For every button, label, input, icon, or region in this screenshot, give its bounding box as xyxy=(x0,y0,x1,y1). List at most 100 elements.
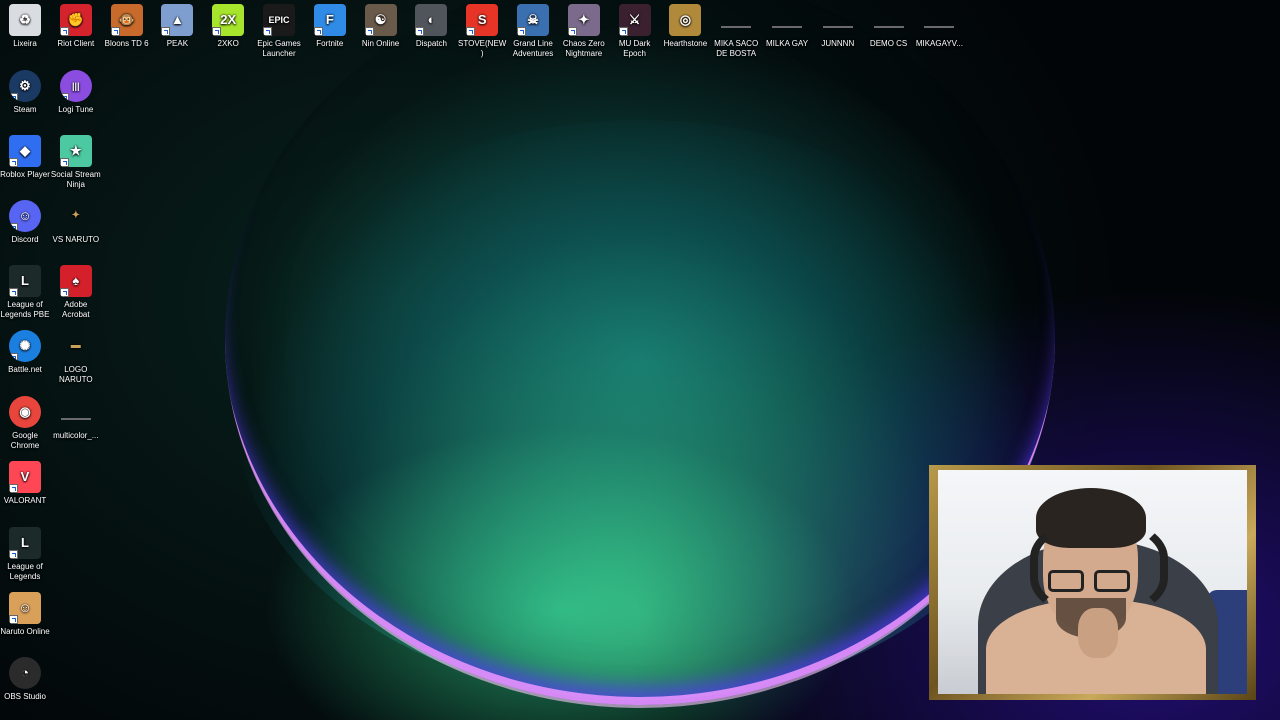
shortcut-arrow-icon xyxy=(364,27,374,36)
desktop-icon-social-stream[interactable]: ★ Social Stream Ninja xyxy=(51,135,101,190)
shortcut-arrow-icon xyxy=(161,27,171,36)
desktop-icon-label: OBS Studio xyxy=(4,692,46,701)
desktop-icon-label: MIKA SACO DE BOSTA xyxy=(714,39,759,58)
thin-image-icon xyxy=(923,4,955,36)
desktop-icon-riot-client[interactable]: ✊ Riot Client xyxy=(51,4,101,49)
shortcut-arrow-icon xyxy=(415,27,425,36)
recycle-bin-icon: ♻ xyxy=(9,4,41,36)
desktop-icon-label: PEAK xyxy=(166,39,189,48)
thin-image-icon xyxy=(873,4,905,36)
desktop-icon-epic-games[interactable]: EPIC Epic Games Launcher xyxy=(254,4,304,59)
desktop-icon-grand-line[interactable]: ☠ Grand Line Adventures xyxy=(508,4,558,59)
desktop-icon-roblox[interactable]: ◆ Roblox Player xyxy=(0,135,50,180)
desktop-icon-obs[interactable]: ◔ OBS Studio xyxy=(0,657,50,702)
valorant-icon: V xyxy=(9,461,41,493)
shortcut-arrow-icon xyxy=(9,484,18,493)
hand-on-chin xyxy=(1078,608,1118,658)
desktop-icon-label: Riot Client xyxy=(57,39,95,48)
desktop-icon-acrobat[interactable]: ♠ Adobe Acrobat xyxy=(51,265,101,320)
desktop-icon-label: Bloons TD 6 xyxy=(104,39,149,48)
desktop-icon-label: MIKAGAYV... xyxy=(915,39,963,48)
desktop-icon-label: Roblox Player xyxy=(0,170,50,179)
thin-image-icon xyxy=(771,4,803,36)
shortcut-arrow-icon xyxy=(59,158,69,167)
desktop-icon-logi-tune[interactable]: ||| Logi Tune xyxy=(51,70,101,115)
stove-icon: S xyxy=(466,4,499,36)
desktop-icon-label: Naruto Online xyxy=(0,627,50,636)
desktop-icon-label: Logi Tune xyxy=(58,105,94,114)
shortcut-arrow-icon xyxy=(9,93,18,102)
desktop-icon-junnnn[interactable]: JUNNNN xyxy=(813,4,863,49)
acrobat-icon: ♠ xyxy=(59,265,92,297)
desktop-icon-mika-saco[interactable]: MIKA SACO DE BOSTA xyxy=(711,4,761,59)
shortcut-arrow-icon xyxy=(9,158,18,167)
desktop-icon-fortnite[interactable]: F Fortnite xyxy=(305,4,355,49)
desktop-icon-mu-dark-epoch[interactable]: ⚔ MU Dark Epoch xyxy=(610,4,660,59)
bloons-monkey-icon: 🐵 xyxy=(110,4,143,36)
desktop-icon-label: multicolor_... xyxy=(53,431,99,440)
steam-icon: ⚙ xyxy=(9,70,41,102)
desktop-icon-label: MU Dark Epoch xyxy=(618,39,651,58)
desktop-icon-label: VALORANT xyxy=(3,496,47,505)
desktop-icon-multicolor[interactable]: multicolor_... xyxy=(51,396,101,441)
desktop-icon-steam[interactable]: ⚙ Steam xyxy=(0,70,50,115)
desktop-icon-label: Battle.net xyxy=(8,365,42,374)
desktop-icon-league[interactable]: L League of Legends xyxy=(0,527,50,582)
2xko-logo-icon: 2X xyxy=(212,4,245,36)
shortcut-arrow-icon xyxy=(9,288,18,297)
glasses xyxy=(1048,570,1136,596)
desktop-icon-logo-naruto[interactable]: ▬ LOGO NARUTO xyxy=(51,330,101,385)
desktop-icon-label: Fortnite xyxy=(316,39,344,48)
mu-dark-epoch-icon: ⚔ xyxy=(618,4,651,36)
desktop-icon-label: Chaos Zero Nightmare xyxy=(562,39,605,58)
desktop-icon-label: Hearthstone xyxy=(663,39,708,48)
desktop-icon-label: Nin Online xyxy=(361,39,400,48)
desktop-icon-label: Dispatch xyxy=(415,39,447,48)
desktop-icon-dispatch[interactable]: ◐ Dispatch xyxy=(406,4,456,49)
desktop-icon-nin-online[interactable]: ☯ Nin Online xyxy=(356,4,406,49)
shortcut-arrow-icon xyxy=(618,27,628,36)
desktop-icon-lixeira[interactable]: ♻ Lixeira xyxy=(0,4,50,49)
obs-icon: ◔ xyxy=(9,657,41,689)
desktop-icon-vs-naruto[interactable]: ✦ VS NARUTO xyxy=(51,200,101,245)
desktop-icon-league-pbe[interactable]: L League of Legends PBE xyxy=(0,265,50,320)
desktop-icon-demo-cs[interactable]: DEMO CS xyxy=(864,4,914,49)
desktop-icon-label: Steam xyxy=(13,105,37,114)
discord-icon: ☺ xyxy=(9,200,41,232)
desktop-icon-hearthstone[interactable]: ◎ Hearthstone xyxy=(660,4,710,49)
desktop-icon-label: Adobe Acrobat xyxy=(62,300,90,319)
fortnite-icon: F xyxy=(313,4,346,36)
desktop-icon-stove[interactable]: S STOVE(NEW) xyxy=(457,4,507,59)
chaos-zero-icon: ✦ xyxy=(567,4,600,36)
desktop-icon-discord[interactable]: ☺ Discord xyxy=(0,200,50,245)
shortcut-arrow-icon xyxy=(466,27,476,36)
social-stream-icon: ★ xyxy=(59,135,92,167)
desktop-icon-bloons-td-6[interactable]: 🐵 Bloons TD 6 xyxy=(102,4,152,49)
desktop-icon-chaos-zero[interactable]: ✦ Chaos Zero Nightmare xyxy=(559,4,609,59)
desktop-icon-mikagayv[interactable]: MIKAGAYV... xyxy=(914,4,964,49)
webcam-overlay xyxy=(929,465,1256,700)
one-piece-icon: ☠ xyxy=(517,4,549,36)
shortcut-arrow-icon xyxy=(9,550,18,559)
desktop-icon-label: DEMO CS xyxy=(869,39,908,48)
desktop-icon-milka-gay[interactable]: MILKA GAY xyxy=(762,4,812,49)
desktop-icon-naruto-online[interactable]: ☺ Naruto Online xyxy=(0,592,50,637)
desktop-icon-label: League of Legends PBE xyxy=(0,300,50,319)
desktop-icon-chrome[interactable]: ◉ Google Chrome xyxy=(0,396,50,451)
desktop-icon-label: STOVE(NEW) xyxy=(458,39,507,58)
desktop-icon-label: Lixeira xyxy=(13,39,37,48)
shortcut-arrow-icon xyxy=(517,27,526,36)
desktop-icon-battlenet[interactable]: ✺ Battle.net xyxy=(0,330,50,375)
desktop-icon-label: JUNNNN xyxy=(821,39,855,48)
desktop-icon-2xko[interactable]: 2X 2XKO xyxy=(203,4,253,49)
epic-games-icon: EPIC xyxy=(263,4,295,36)
riot-client-icon: ✊ xyxy=(59,4,92,36)
shortcut-arrow-icon xyxy=(9,223,18,232)
dispatch-icon: ◐ xyxy=(415,4,448,36)
desktop-icon-label: Social Stream Ninja xyxy=(50,170,101,189)
desktop-icon-valorant[interactable]: V VALORANT xyxy=(0,461,50,506)
shortcut-arrow-icon xyxy=(567,27,577,36)
naruto-icon: ☺ xyxy=(9,592,41,624)
desktop-icon-peak[interactable]: ▲ PEAK xyxy=(152,4,202,49)
shortcut-arrow-icon xyxy=(212,27,222,36)
